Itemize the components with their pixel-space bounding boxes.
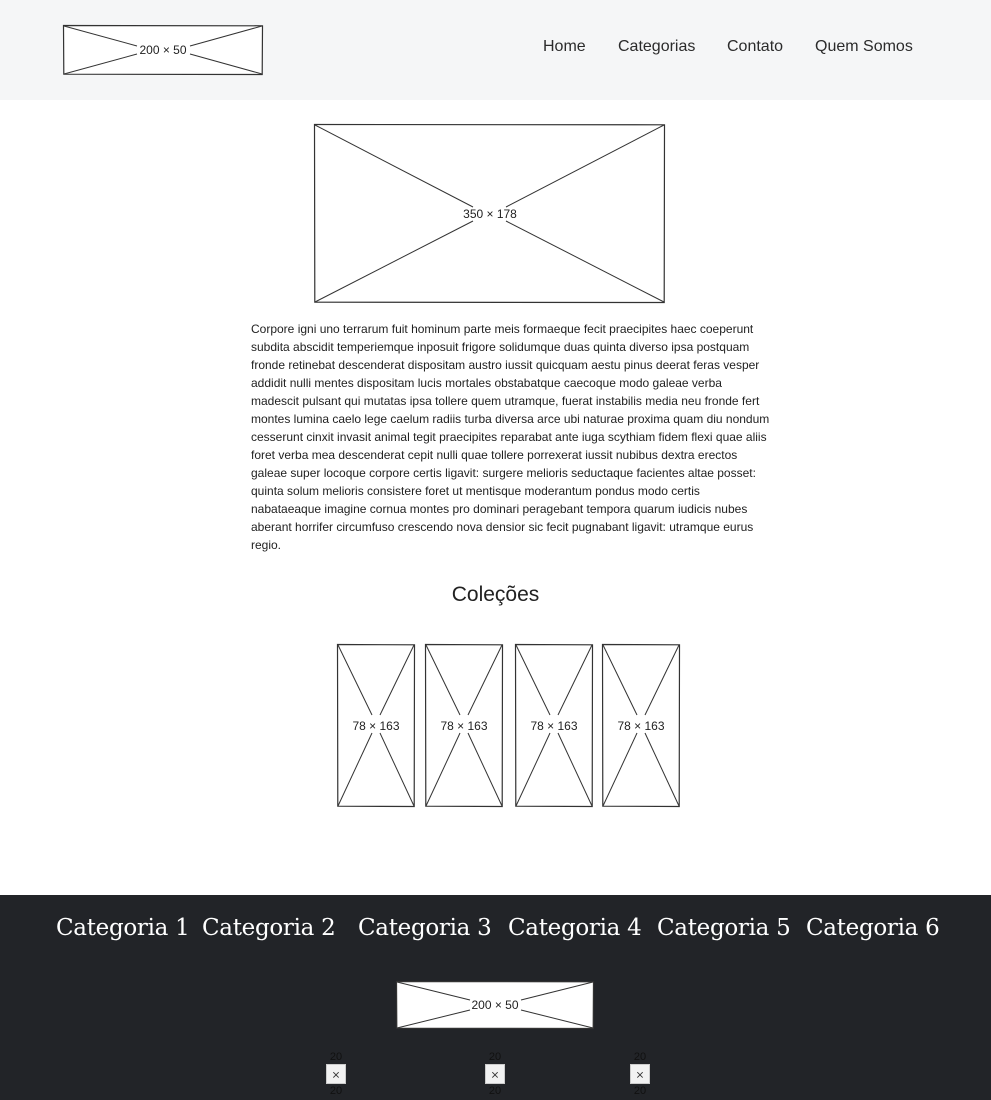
social-link[interactable]: 20 20 <box>316 1049 356 1099</box>
footer-logo[interactable]: 200 × 50 <box>395 980 595 1030</box>
collections-title: Coleções <box>451 583 540 606</box>
broken-image-icon <box>630 1064 650 1084</box>
social-dim-top: 20 <box>488 1051 502 1063</box>
intro-paragraph: Corpore igni uno terrarum fuit hominum p… <box>251 322 770 552</box>
image-placeholder-icon: 78 × 163 <box>601 643 681 808</box>
collection-size-label: 78 × 163 <box>352 719 399 733</box>
footer-category-6[interactable]: Categoria 6 <box>806 915 940 941</box>
social-dim-bottom: 20 <box>488 1085 502 1097</box>
collection-item[interactable]: 78 × 163 <box>601 643 681 808</box>
social-dim-bottom: 20 <box>633 1085 647 1097</box>
social-dim-top: 20 <box>633 1051 647 1063</box>
footer-category-3[interactable]: Categoria 3 <box>358 915 492 941</box>
nav-contato[interactable]: Contato <box>727 38 783 56</box>
footer-category-5[interactable]: Categoria 5 <box>657 915 791 941</box>
broken-image-icon <box>326 1064 346 1084</box>
collection-item[interactable]: 78 × 163 <box>424 643 504 808</box>
image-placeholder-icon: 78 × 163 <box>514 643 594 808</box>
footer-logo-size-label: 200 × 50 <box>471 998 518 1012</box>
collection-size-label: 78 × 163 <box>530 719 577 733</box>
site-header: 200 × 50 Home Categorias Contato Quem So… <box>0 0 991 100</box>
nav-quem-somos[interactable]: Quem Somos <box>815 38 913 56</box>
site-footer: Categoria 1 Categoria 2 Categoria 3 Cate… <box>0 895 991 1100</box>
image-placeholder-icon: 350 × 178 <box>313 123 666 304</box>
broken-image-icon <box>485 1064 505 1084</box>
collection-item[interactable]: 78 × 163 <box>336 643 416 808</box>
image-placeholder-icon: 78 × 163 <box>336 643 416 808</box>
nav-home[interactable]: Home <box>543 38 586 56</box>
image-placeholder-icon: 200 × 50 <box>395 980 595 1030</box>
hero-image: 350 × 178 <box>313 123 666 304</box>
collection-size-label: 78 × 163 <box>440 719 487 733</box>
footer-category-4[interactable]: Categoria 4 <box>508 915 642 941</box>
social-dim-top: 20 <box>329 1051 343 1063</box>
footer-category-2[interactable]: Categoria 2 <box>202 915 336 941</box>
nav-categorias[interactable]: Categorias <box>618 38 695 56</box>
social-link[interactable]: 20 20 <box>475 1049 515 1099</box>
main-nav: Home Categorias Contato Quem Somos <box>0 38 991 60</box>
collection-item[interactable]: 78 × 163 <box>514 643 594 808</box>
hero-size-label: 350 × 178 <box>463 207 517 221</box>
social-link[interactable]: 20 20 <box>620 1049 660 1099</box>
image-placeholder-icon: 78 × 163 <box>424 643 504 808</box>
social-dim-bottom: 20 <box>329 1085 343 1097</box>
footer-category-1[interactable]: Categoria 1 <box>56 915 190 941</box>
collection-size-label: 78 × 163 <box>617 719 664 733</box>
